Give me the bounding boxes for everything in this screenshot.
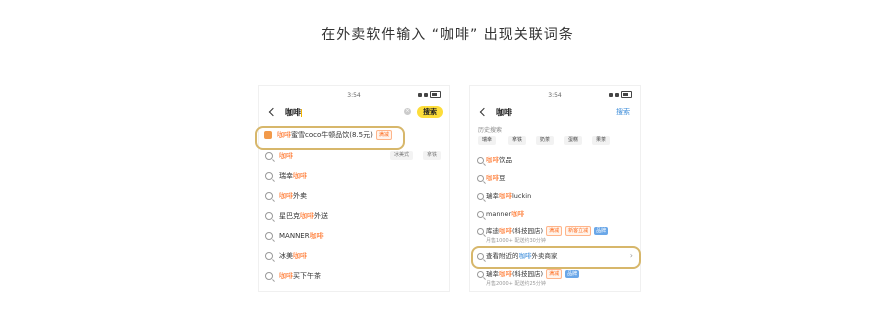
search-icon <box>265 152 273 160</box>
wifi-icon <box>424 92 428 97</box>
search-icon <box>477 193 484 200</box>
battery-icon <box>430 91 441 98</box>
search-button[interactable]: 搜索 <box>616 107 630 117</box>
highlight-frame <box>471 246 641 269</box>
signal-icon <box>609 92 613 97</box>
status-time: 3:54 <box>347 92 361 99</box>
status-icons <box>609 91 632 98</box>
suggestion-row[interactable]: 瑞幸咖啡 <box>259 168 449 184</box>
search-icon <box>265 272 273 280</box>
suggestion-row[interactable]: 瑞幸咖啡luckin <box>470 188 640 204</box>
discount-badge: 满减 <box>546 226 563 236</box>
search-icon <box>265 192 273 200</box>
search-input[interactable]: 咖啡 <box>496 107 512 118</box>
search-icon <box>265 172 273 180</box>
search-bar: 咖啡 × 搜索 <box>259 104 449 122</box>
signal-icon <box>418 92 422 97</box>
suggestion-row[interactable]: 咖啡外卖 <box>259 188 449 204</box>
store-icon <box>477 271 484 278</box>
back-arrow-icon[interactable] <box>267 106 277 118</box>
suggestion-row[interactable]: 星巴克咖啡外送 <box>259 208 449 224</box>
search-icon <box>265 212 273 220</box>
suggestion-row[interactable]: 咖啡买下午茶 <box>259 268 449 284</box>
suggestion-row[interactable]: MANNER咖啡 <box>259 228 449 244</box>
history-chip[interactable]: 蛋糕 <box>564 136 583 145</box>
shop-meta: 月售1000+ 配送约30分钟 <box>486 238 546 244</box>
history-chip[interactable]: 奶茶 <box>536 136 555 145</box>
suggestion-row[interactable]: 咖啡 冰美式 拿铁 <box>259 148 449 164</box>
suggestion-row[interactable]: manner咖啡 <box>470 206 640 222</box>
quick-chip[interactable]: 冰美式 <box>389 151 413 160</box>
status-time: 3:54 <box>548 92 562 99</box>
search-input[interactable]: 咖啡 <box>285 107 302 118</box>
page-title: 在外卖软件输入 “咖啡” 出现关联词条 <box>321 27 574 43</box>
search-icon <box>477 157 484 164</box>
quick-chip[interactable]: 拿铁 <box>422 151 441 160</box>
back-arrow-icon[interactable] <box>478 106 488 118</box>
search-bar: 咖啡 搜索 <box>470 104 640 122</box>
left-phone-screen: 3:54 咖啡 × 搜索 咖啡蜜雪coco牛顿品饮(8.5元) 满减 咖啡 冰美式… <box>259 86 449 291</box>
suggestion-row[interactable]: 咖啡豆 <box>470 170 640 186</box>
store-icon <box>477 228 484 235</box>
new-customer-badge: 新客立减 <box>565 226 592 236</box>
suggestion-row[interactable]: 冰美咖啡 <box>259 248 449 264</box>
history-chip[interactable]: 果茶 <box>592 136 611 145</box>
highlight-frame <box>255 126 405 150</box>
status-icons <box>418 91 441 98</box>
search-icon <box>265 232 273 240</box>
clear-icon[interactable]: × <box>404 108 411 115</box>
battery-icon <box>621 91 632 98</box>
history-chip[interactable]: 拿铁 <box>508 136 527 145</box>
history-label: 历史搜索 <box>478 127 503 134</box>
history-chip[interactable]: 瑞幸 <box>478 136 497 145</box>
shop-meta: 月售2000+ 配送约25分钟 <box>486 281 546 287</box>
status-bar: 3:54 <box>470 90 640 102</box>
search-icon <box>265 252 273 260</box>
status-bar: 3:54 <box>259 90 449 102</box>
history-chips: 瑞幸 拿铁 奶茶 蛋糕 果茶 <box>478 136 634 146</box>
wifi-icon <box>615 92 619 97</box>
suggestion-row[interactable]: 咖啡饮品 <box>470 152 640 168</box>
search-icon <box>477 211 484 218</box>
brand-badge: 品牌 <box>565 270 580 278</box>
discount-badge: 满减 <box>546 269 563 279</box>
search-button[interactable]: 搜索 <box>417 106 443 118</box>
search-icon <box>477 175 484 182</box>
brand-badge: 品牌 <box>594 227 609 235</box>
